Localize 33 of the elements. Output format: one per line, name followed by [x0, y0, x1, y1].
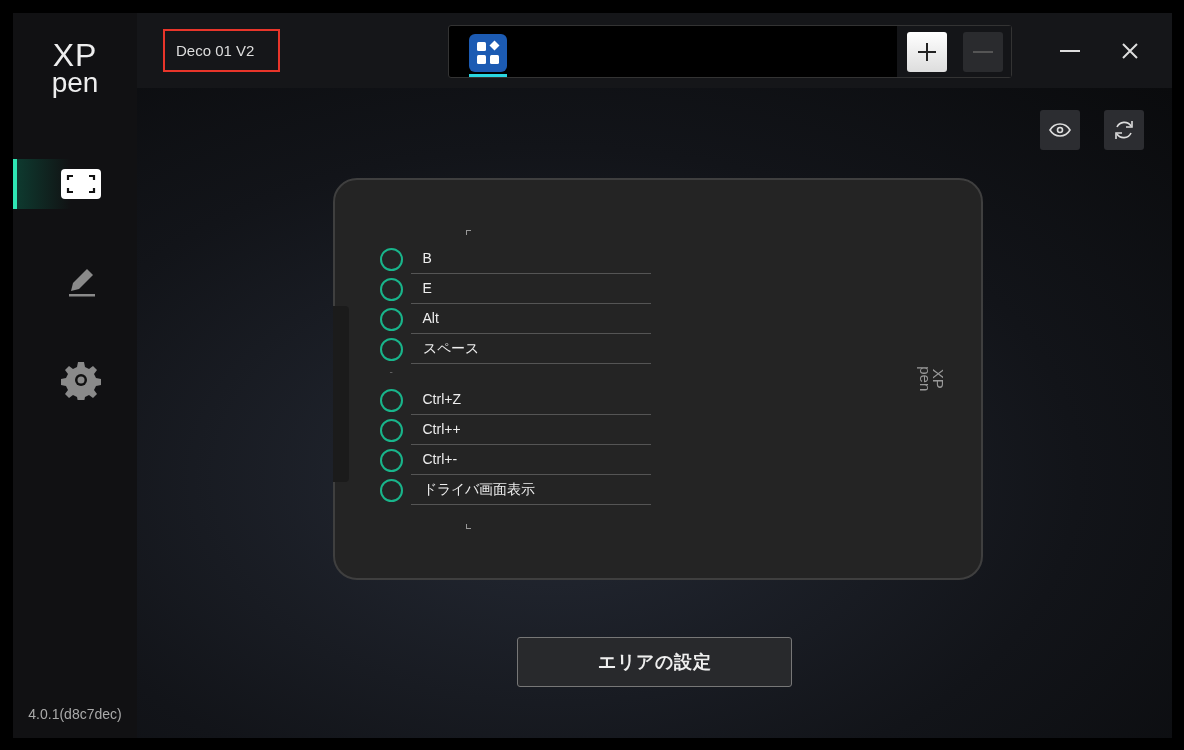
refresh-button[interactable] [1104, 110, 1144, 150]
key-label[interactable]: スペース [410, 334, 651, 364]
separator-mark: - [389, 366, 393, 377]
key-label[interactable]: Ctrl+- [410, 445, 651, 475]
key-label[interactable]: Ctrl++ [410, 415, 651, 445]
key-label[interactable]: ドライバ画面表示 [410, 475, 651, 505]
minus-icon [972, 49, 994, 54]
close-icon [1122, 42, 1138, 59]
key-label[interactable]: E [410, 274, 651, 304]
key-circle[interactable] [379, 337, 403, 361]
area-settings-button[interactable]: エリアの設定 [517, 637, 792, 687]
device-name: Deco 01 V2 [163, 29, 281, 72]
eye-icon [1049, 123, 1071, 137]
preview-button[interactable] [1040, 110, 1080, 150]
key-label[interactable]: Ctrl+Z [410, 385, 651, 415]
add-button[interactable] [907, 31, 947, 72]
plus-icon [916, 40, 938, 63]
version-label: 4.0.1(d8c7dec) [28, 706, 122, 722]
key-circle[interactable] [379, 247, 403, 271]
apps-icon [469, 34, 507, 72]
key-circle[interactable] [379, 307, 403, 331]
minimize-icon [1060, 48, 1080, 53]
key-circle[interactable] [379, 448, 403, 472]
frame-icon [61, 169, 101, 199]
settings-icon [61, 360, 101, 400]
key-circle[interactable] [379, 418, 403, 442]
refresh-icon [1113, 119, 1135, 141]
key-circle[interactable] [379, 277, 403, 301]
key-circle[interactable] [379, 478, 403, 502]
key-label[interactable]: B [410, 244, 651, 274]
tablet-logo: XP pen [919, 366, 945, 392]
key-circle[interactable] [379, 388, 403, 412]
key-label[interactable]: Alt [410, 304, 651, 334]
